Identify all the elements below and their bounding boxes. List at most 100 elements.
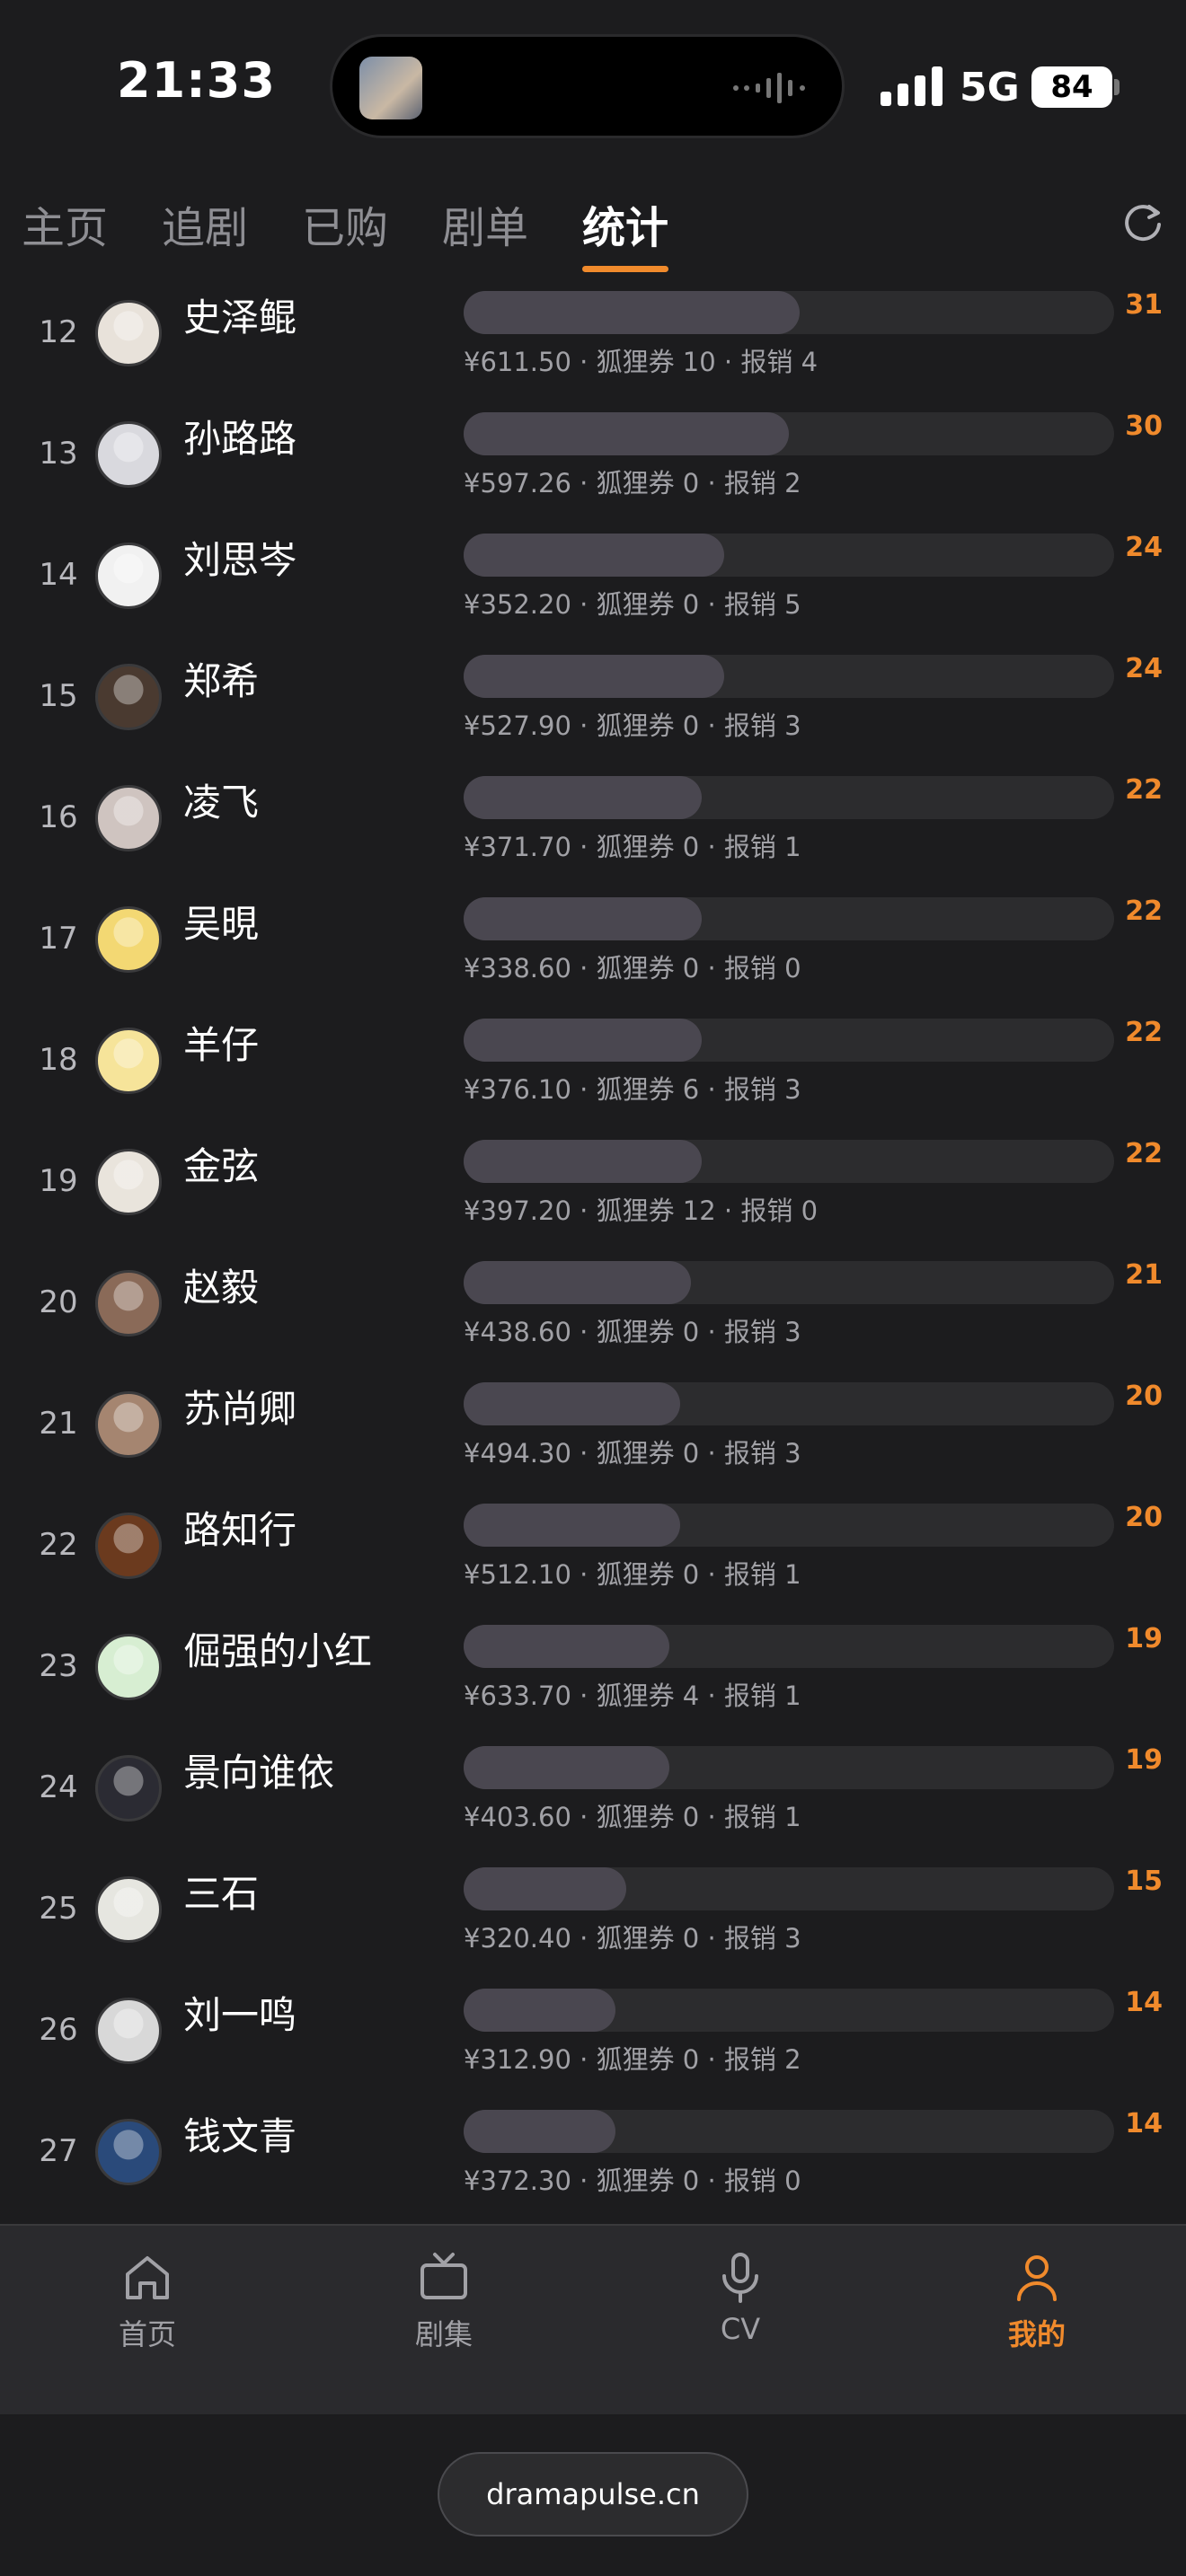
rank-number: 25 <box>39 1891 78 1927</box>
cv-name[interactable]: 景向谁依 <box>183 1742 334 1797</box>
cv-name[interactable]: 史泽鲲 <box>183 287 296 342</box>
ranking-row[interactable]: 21 苏尚卿 20 ¥494.30 · 狐狸券 0 · 报销 3 <box>0 1368 1186 1489</box>
ranking-row[interactable]: 22 路知行 20 ¥512.10 · 狐狸券 0 · 报销 1 <box>0 1489 1186 1610</box>
avatar[interactable] <box>95 1634 162 1700</box>
ranking-row[interactable]: 26 刘一鸣 14 ¥312.90 · 狐狸券 0 · 报销 2 <box>0 1974 1186 2095</box>
episode-count: 22 <box>1125 1138 1163 1169</box>
tv-icon <box>420 2253 467 2299</box>
progress-fill <box>464 1504 680 1547</box>
cv-name[interactable]: 刘一鸣 <box>183 1985 296 2040</box>
dynamic-island[interactable] <box>330 34 845 138</box>
cv-name[interactable]: 孙路路 <box>183 409 296 463</box>
avatar[interactable] <box>95 300 162 366</box>
episode-count: 14 <box>1125 2108 1163 2139</box>
episode-count: 14 <box>1125 1987 1163 2018</box>
ranking-row[interactable]: 27 钱文青 14 ¥372.30 · 狐狸券 0 · 报销 0 <box>0 2095 1186 2217</box>
ranking-row[interactable]: 24 景向谁依 19 ¥403.60 · 狐狸券 0 · 报销 1 <box>0 1732 1186 1853</box>
nav-home[interactable]: 首页 <box>58 2249 237 2353</box>
nav-episodes[interactable]: 剧集 <box>354 2249 534 2353</box>
rank-number: 20 <box>39 1284 78 1320</box>
cv-name[interactable]: 三石 <box>183 1864 259 1919</box>
now-playing-thumbnail <box>359 57 422 119</box>
ranking-row[interactable]: 18 羊仔 22 ¥376.10 · 狐狸券 6 · 报销 3 <box>0 1004 1186 1125</box>
avatar[interactable] <box>95 1998 162 2064</box>
progress-track <box>464 2110 1114 2153</box>
spending-meta: ¥494.30 · 狐狸券 0 · 报销 3 <box>464 1438 801 1469</box>
cv-name[interactable]: 金弦 <box>183 1136 259 1191</box>
episode-count: 21 <box>1125 1259 1163 1291</box>
progress-fill <box>464 897 702 940</box>
ranking-row[interactable]: 25 三石 15 ¥320.40 · 狐狸券 0 · 报销 3 <box>0 1853 1186 1974</box>
cv-name[interactable]: 羊仔 <box>183 1015 259 1070</box>
progress-fill <box>464 291 800 334</box>
progress-track <box>464 1746 1114 1789</box>
cv-name[interactable]: 刘思岑 <box>183 530 296 585</box>
episode-count: 31 <box>1125 289 1163 321</box>
avatar[interactable] <box>95 785 162 851</box>
spending-meta: ¥597.26 · 狐狸券 0 · 报销 2 <box>464 468 801 498</box>
refresh-icon[interactable] <box>1120 199 1165 244</box>
battery-indicator: 84 <box>1031 66 1112 108</box>
avatar[interactable] <box>95 421 162 488</box>
avatar[interactable] <box>95 1028 162 1094</box>
progress-track <box>464 897 1114 940</box>
progress-fill <box>464 1019 702 1062</box>
tab-following[interactable]: 追剧 <box>162 192 248 255</box>
progress-fill <box>464 1989 615 2032</box>
ranking-row[interactable]: 16 凌飞 22 ¥371.70 · 狐狸券 0 · 报销 1 <box>0 762 1186 883</box>
cv-name[interactable]: 吴晛 <box>183 894 259 948</box>
episode-count: 22 <box>1125 895 1163 927</box>
avatar[interactable] <box>95 1876 162 1943</box>
avatar[interactable] <box>95 906 162 973</box>
avatar[interactable] <box>95 2119 162 2185</box>
rank-number: 12 <box>39 314 78 350</box>
tab-home[interactable]: 主页 <box>22 192 108 255</box>
cv-name[interactable]: 路知行 <box>183 1500 296 1555</box>
ranking-row[interactable]: 17 吴晛 22 ¥338.60 · 狐狸券 0 · 报销 0 <box>0 883 1186 1004</box>
ranking-row[interactable]: 19 金弦 22 ¥397.20 · 狐狸券 12 · 报销 0 <box>0 1125 1186 1247</box>
tab-purchased[interactable]: 已购 <box>302 192 388 255</box>
progress-track <box>464 1382 1114 1425</box>
rank-number: 24 <box>39 1769 78 1805</box>
cv-name[interactable]: 郑希 <box>183 651 259 706</box>
nav-me[interactable]: 我的 <box>947 2249 1127 2353</box>
ranking-row[interactable]: 14 刘思岑 24 ¥352.20 · 狐狸券 0 · 报销 5 <box>0 519 1186 640</box>
avatar[interactable] <box>95 1755 162 1822</box>
episode-count: 24 <box>1125 653 1163 684</box>
episode-count: 19 <box>1125 1744 1163 1776</box>
ranking-row[interactable]: 23 倔强的小红 19 ¥633.70 · 狐狸券 4 · 报销 1 <box>0 1610 1186 1732</box>
cv-name[interactable]: 倔强的小红 <box>183 1621 372 1676</box>
avatar[interactable] <box>95 1391 162 1458</box>
ranking-row[interactable]: 12 史泽鲲 31 ¥611.50 · 狐狸券 10 · 报销 4 <box>0 277 1186 398</box>
cv-name[interactable]: 钱文青 <box>183 2106 296 2161</box>
tab-statistics[interactable]: 统计 <box>582 192 668 255</box>
nav-cv[interactable]: CV <box>651 2249 830 2346</box>
avatar[interactable] <box>95 1513 162 1579</box>
progress-fill <box>464 1867 626 1910</box>
stats-ranking-list[interactable]: 12 史泽鲲 31 ¥611.50 · 狐狸券 10 · 报销 4 13 孙路路 30 ¥59… <box>0 277 1186 2226</box>
progress-track <box>464 1989 1114 2032</box>
battery-tip <box>1114 79 1120 95</box>
avatar[interactable] <box>95 664 162 730</box>
progress-track <box>464 1625 1114 1668</box>
rank-number: 14 <box>39 557 78 593</box>
ranking-row[interactable]: 15 郑希 24 ¥527.90 · 狐狸券 0 · 报销 3 <box>0 640 1186 762</box>
progress-fill <box>464 1746 669 1789</box>
audio-wave-icon <box>733 73 805 103</box>
spending-meta: ¥372.30 · 狐狸券 0 · 报销 0 <box>464 2166 801 2196</box>
rank-number: 15 <box>39 678 78 714</box>
ranking-row[interactable]: 13 孙路路 30 ¥597.26 · 狐狸券 0 · 报销 2 <box>0 398 1186 519</box>
cellular-signal-icon <box>881 66 943 106</box>
cv-name[interactable]: 凌飞 <box>183 772 259 827</box>
avatar[interactable] <box>95 1270 162 1337</box>
cv-name[interactable]: 苏尚卿 <box>183 1379 296 1434</box>
tab-playlists[interactable]: 剧单 <box>442 192 528 255</box>
ranking-row[interactable]: 20 赵毅 21 ¥438.60 · 狐狸券 0 · 报销 3 <box>0 1247 1186 1368</box>
cv-name[interactable]: 赵毅 <box>183 1257 259 1312</box>
spending-meta: ¥527.90 · 狐狸券 0 · 报销 3 <box>464 710 801 741</box>
home-icon <box>126 2256 169 2299</box>
avatar[interactable] <box>95 543 162 609</box>
rank-number: 13 <box>39 436 78 472</box>
browser-url-bar[interactable]: dramapulse.cn <box>438 2452 748 2536</box>
avatar[interactable] <box>95 1149 162 1215</box>
